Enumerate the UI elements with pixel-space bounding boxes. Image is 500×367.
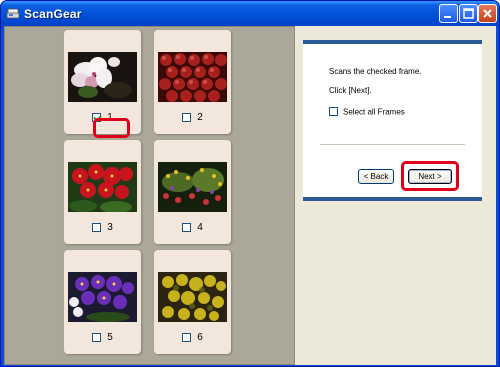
click-hint-text: Click [Next]. (329, 86, 372, 95)
wizard-panel: Scans the checked frame. Click [Next]. S… (303, 40, 482, 201)
photo-thumbnail-3[interactable] (68, 162, 137, 212)
window-title: ScanGear (24, 7, 82, 21)
close-button[interactable] (478, 4, 497, 23)
photo-thumbnail-4[interactable] (158, 162, 227, 212)
close-icon (483, 9, 492, 18)
select-all-label: Select all Frames (343, 107, 405, 117)
frame-3-checkbox[interactable] (92, 223, 102, 232)
scangear-app-icon (6, 8, 20, 19)
title-bar[interactable]: ScanGear (1, 1, 499, 26)
next-button-highlight (401, 161, 459, 191)
frame-4-number: 4 (197, 222, 203, 233)
minimize-icon (444, 16, 451, 18)
instruction-text: Scans the checked frame. (329, 67, 422, 76)
thumbnail-panel[interactable]: 1 2 3 4 5 6 (4, 26, 295, 365)
photo-thumbnail-2[interactable] (158, 52, 227, 102)
frame-4-checkbox-row[interactable]: 4 (154, 222, 231, 236)
frame-6-checkbox[interactable] (182, 333, 192, 342)
maximize-icon (463, 8, 474, 19)
frame-6-number: 6 (197, 332, 203, 343)
frame-6[interactable]: 6 (154, 250, 231, 354)
frame-2-checkbox-row[interactable]: 2 (154, 112, 231, 126)
photo-thumbnail-5[interactable] (68, 272, 137, 322)
frame-2-number: 2 (197, 112, 203, 123)
frame-2-checkbox[interactable] (182, 113, 192, 122)
divider (320, 144, 465, 145)
frame-3-number: 3 (107, 222, 113, 233)
frame-4[interactable]: 4 (154, 140, 231, 244)
frame-5[interactable]: 5 (64, 250, 141, 354)
back-button[interactable]: < Back (358, 169, 394, 184)
client-area: 1 2 3 4 5 6 Scans the checked frame. Cli… (4, 26, 496, 365)
maximize-button[interactable] (459, 4, 478, 23)
select-all-checkbox[interactable] (329, 107, 338, 117)
scangear-window: ScanGear 1 2 3 4 5 6 Scans the checked f… (0, 0, 500, 367)
photo-thumbnail-6[interactable] (158, 272, 227, 322)
frame-2[interactable]: 2 (154, 30, 231, 134)
frame-6-checkbox-row[interactable]: 6 (154, 332, 231, 346)
frame-4-checkbox[interactable] (182, 223, 192, 232)
frame-5-checkbox-row[interactable]: 5 (64, 332, 141, 346)
frame-3-checkbox-row[interactable]: 3 (64, 222, 141, 236)
checkbox-highlight (93, 118, 130, 138)
minimize-button[interactable] (439, 4, 458, 23)
frame-3[interactable]: 3 (64, 140, 141, 244)
photo-thumbnail-1[interactable] (68, 52, 137, 102)
frame-5-number: 5 (107, 332, 113, 343)
frame-5-checkbox[interactable] (92, 333, 102, 342)
select-all-row[interactable]: Select all Frames (329, 107, 405, 117)
